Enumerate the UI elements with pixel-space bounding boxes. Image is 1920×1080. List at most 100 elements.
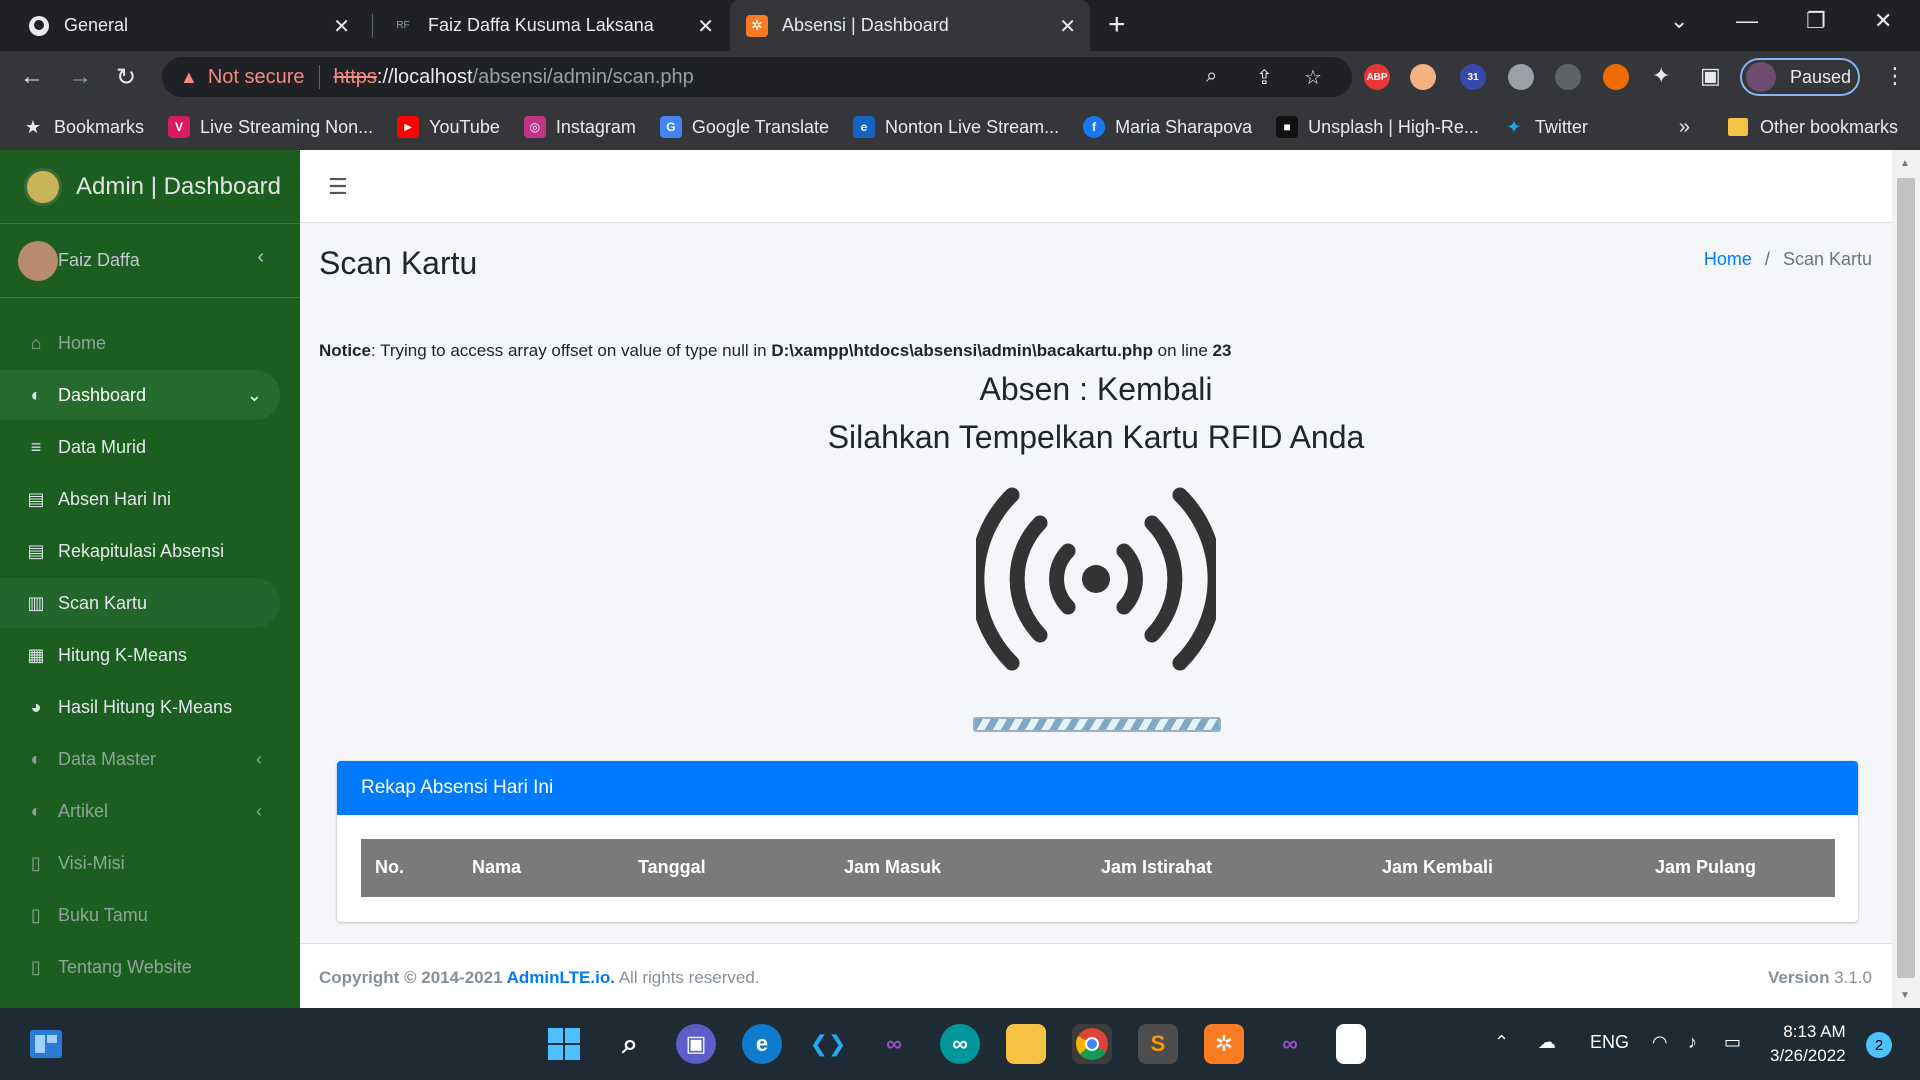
linux-icon[interactable] [1555, 64, 1581, 90]
forward-icon[interactable]: → [68, 63, 92, 91]
language-indicator[interactable]: ENG [1590, 1032, 1629, 1053]
puzzle-icon[interactable]: ✦ [1652, 63, 1670, 89]
vscode-icon[interactable]: ❮❯ [808, 1024, 848, 1064]
calendar-extension-icon[interactable]: 31 [1460, 64, 1486, 90]
visual-studio-icon[interactable]: ∞ [1270, 1024, 1310, 1064]
scrollbar-thumb[interactable] [1897, 178, 1915, 978]
notification-badge[interactable]: 2 [1866, 1032, 1892, 1058]
notice-line: 23 [1212, 341, 1232, 360]
start-icon[interactable] [544, 1024, 584, 1064]
new-tab-icon[interactable]: + [1108, 8, 1126, 42]
address-bar[interactable]: ▲ Not secure https ://localhost /absensi… [162, 57, 1352, 97]
file-explorer-icon[interactable] [1006, 1024, 1046, 1064]
sidebar-item-rekapitulasi[interactable]: ▤ Rekapitulasi Absensi [0, 526, 280, 576]
restore-icon[interactable]: ❐ [1806, 8, 1826, 34]
bookmark-label: Live Streaming Non... [200, 116, 374, 137]
bookmark-item[interactable]: ★ Bookmarks [22, 116, 144, 138]
sidebar-item-buku-tamu[interactable]: ▯ Buku Tamu [0, 890, 280, 940]
bookmark-item[interactable]: G Google Translate [659, 116, 829, 138]
page-scrollbar[interactable]: ▲ ▼ [1892, 150, 1920, 1008]
zoom-icon[interactable]: ⌕ [1206, 65, 1217, 88]
back-icon[interactable]: ← [20, 63, 44, 91]
sidebar-item-absen-hari-ini[interactable]: ▤ Absen Hari Ini [0, 474, 280, 524]
sidebar-item-scan-kartu[interactable]: ▥ Scan Kartu [0, 578, 280, 628]
menu-icon[interactable]: ⋮ [1884, 63, 1906, 89]
close-tab-icon[interactable]: ✕ [333, 14, 350, 39]
time: 8:13 AM [1783, 1022, 1846, 1041]
adblock-icon[interactable]: ABP [1364, 64, 1390, 90]
bookmark-item[interactable]: ✦ Twitter [1503, 116, 1588, 138]
sublime-icon[interactable]: S [1138, 1024, 1178, 1064]
sidebar-item-label: Home [58, 332, 107, 353]
sidebar-item-label: Tentang Website [58, 956, 192, 977]
sidebar-item-artikel[interactable]: ◐ Artikel ‹ [0, 786, 280, 836]
file-icon: ▯ [31, 852, 41, 873]
widgets-icon[interactable] [26, 1024, 66, 1064]
brand-link[interactable]: Admin | Dashboard [0, 150, 300, 224]
chrome-icon[interactable] [1072, 1024, 1112, 1064]
arduino-icon[interactable]: ∞ [940, 1024, 980, 1064]
close-tab-icon[interactable]: ✕ [1059, 14, 1076, 39]
other-bookmarks[interactable]: Other bookmarks [1760, 117, 1898, 138]
bookmark-item[interactable]: ▶ YouTube [397, 116, 500, 138]
notepad-icon[interactable] [1336, 1024, 1366, 1064]
chevron-up-icon[interactable]: ⌃ [1494, 1032, 1509, 1053]
bookmark-item[interactable]: e Nonton Live Stream... [853, 116, 1059, 138]
tab-general[interactable]: General ✕ [12, 0, 364, 51]
sidebar-item-home[interactable]: ⌂ Home [0, 318, 280, 368]
sidebar-item-data-murid[interactable]: ≡ Data Murid [0, 422, 280, 472]
shield-icon[interactable] [1508, 64, 1534, 90]
tab-search-icon[interactable]: ⌄ [1670, 8, 1688, 34]
dashboard-icon: ◐ [30, 800, 42, 821]
volume-icon[interactable]: ♪ [1688, 1032, 1697, 1053]
sidebar-item-hasil-kmeans[interactable]: ◕ Hasil Hitung K-Means [0, 682, 280, 732]
sidebar-item-data-master[interactable]: ◐ Data Master ‹ [0, 734, 280, 784]
unsplash-icon: ■ [1276, 116, 1299, 138]
barcode-icon: ▥ [27, 592, 45, 613]
sidebar-item-hitung-kmeans[interactable]: ▦ Hitung K-Means [0, 630, 280, 680]
bookmark-item[interactable]: f Maria Sharapova [1083, 116, 1252, 138]
hamburger-icon[interactable]: ☰ [328, 174, 348, 200]
tab-absensi[interactable]: ✲ Absensi | Dashboard ✕ [730, 0, 1090, 51]
side-panel-icon[interactable]: ▣ [1700, 63, 1721, 89]
battery-icon[interactable]: ▭ [1724, 1032, 1741, 1053]
chevron-left-icon[interactable]: ‹ [257, 246, 264, 269]
wifi-icon[interactable]: ◠ [1652, 1032, 1668, 1053]
cloud-icon[interactable]: ☁ [1538, 1032, 1556, 1053]
scroll-down-icon[interactable]: ▼ [1900, 990, 1910, 1001]
profile-button[interactable]: Paused [1740, 58, 1860, 96]
search-icon[interactable]: ⌕ [610, 1024, 650, 1064]
rfid-instruction: Silahkan Tempelkan Kartu RFID Anda [827, 419, 1365, 455]
bookmark-item[interactable]: V Live Streaming Non... [168, 116, 373, 138]
dashboard-icon: ◐ [30, 748, 42, 769]
extension-icon[interactable] [1603, 64, 1629, 90]
bookmark-item[interactable]: ◎ Instagram [523, 116, 636, 138]
tab-title: Faiz Daffa Kusuma Laksana [428, 15, 654, 35]
edge-icon[interactable]: e [742, 1024, 782, 1064]
rf-icon: RF [396, 20, 410, 31]
clock[interactable]: 8:13 AM 3/26/2022 [1770, 1020, 1846, 1068]
xampp-icon[interactable]: ✲ [1204, 1024, 1244, 1064]
bookmark-label: Bookmarks [54, 116, 145, 137]
bookmark-label: Maria Sharapova [1115, 116, 1253, 137]
share-icon[interactable]: ⇪ [1256, 65, 1273, 90]
user-panel[interactable]: Faiz Daffa ‹ [0, 224, 300, 298]
sidebar-item-tentang-website[interactable]: ▯ Tentang Website [0, 942, 280, 992]
scroll-up-icon[interactable]: ▲ [1900, 158, 1910, 169]
reload-icon[interactable]: ↻ [116, 63, 136, 92]
sidebar-item-dashboard[interactable]: ◐ Dashboard ⌄ [0, 370, 280, 420]
breadcrumb-home[interactable]: Home [1704, 249, 1752, 269]
browser-tab-strip: General ✕ RF Faiz Daffa Kusuma Laksana ✕… [0, 0, 1920, 51]
close-window-icon[interactable]: ✕ [1874, 8, 1892, 34]
extension-icon[interactable] [1410, 64, 1436, 90]
minimize-icon[interactable]: — [1736, 8, 1758, 34]
bookmark-star-icon[interactable]: ☆ [1304, 65, 1322, 90]
visual-studio-icon[interactable]: ∞ [874, 1024, 914, 1064]
adminlte-link[interactable]: AdminLTE.io. [507, 968, 615, 987]
close-tab-icon[interactable]: ✕ [697, 14, 714, 39]
chat-icon[interactable]: ▣ [676, 1024, 716, 1064]
tab-faiz[interactable]: RF Faiz Daffa Kusuma Laksana ✕ [376, 0, 728, 51]
bookmark-item[interactable]: ■ Unsplash | High-Re... [1276, 116, 1479, 138]
sidebar-item-visi-misi[interactable]: ▯ Visi-Misi [0, 838, 280, 888]
more-bookmarks-button[interactable]: » [1679, 116, 1690, 139]
